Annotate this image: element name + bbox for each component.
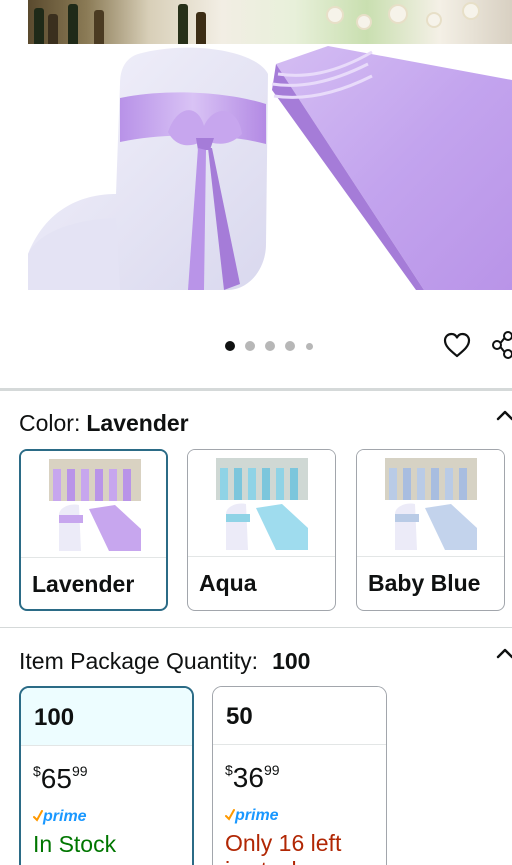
- swatch-separator: [21, 557, 166, 558]
- quantity-option-header: 50: [213, 687, 386, 745]
- color-swatch-lavender[interactable]: Lavender: [19, 449, 168, 611]
- flower-shape: [464, 4, 478, 18]
- price-currency: $: [225, 762, 233, 778]
- image-pagination: [0, 334, 512, 358]
- bottle-shape: [68, 4, 78, 44]
- prime-check-icon: [33, 810, 43, 822]
- swatch-thumbnail: [21, 451, 166, 557]
- bottle-shape: [196, 12, 206, 44]
- chair-sash-and-runner-illustration: [28, 46, 512, 290]
- swatch-thumbnail: [357, 450, 504, 556]
- swatch-thumbnail: [188, 450, 335, 556]
- chevron-up-icon[interactable]: [495, 408, 512, 422]
- color-swatch-baby-blue[interactable]: Baby Blue: [356, 449, 505, 611]
- quantity-option-header: 100: [21, 688, 192, 746]
- swatch-label: Baby Blue: [368, 570, 481, 596]
- quantity-option-price: $3699: [225, 762, 280, 794]
- pagination-dot-active[interactable]: [225, 341, 235, 351]
- price-fraction: 99: [263, 762, 280, 778]
- price-whole: 65: [40, 763, 72, 794]
- bottle-shape: [48, 14, 58, 44]
- flower-shape: [428, 14, 440, 26]
- quantity-option-100[interactable]: 100 $6599 prime In Stock: [19, 686, 194, 865]
- flower-shape: [358, 16, 370, 28]
- section-divider: [0, 627, 512, 628]
- heart-icon[interactable]: [441, 329, 473, 361]
- quantity-option-value: 100: [34, 704, 75, 731]
- stock-status: Only 16 left: [225, 830, 342, 856]
- share-icon[interactable]: [492, 331, 512, 359]
- quantity-option-value: 50: [226, 703, 253, 730]
- swatch-separator: [357, 556, 504, 557]
- swatch-label: Lavender: [32, 571, 135, 597]
- stock-status-continued: in stock: [225, 857, 303, 865]
- swatch-separator: [188, 556, 335, 557]
- flower-shape: [390, 6, 406, 22]
- section-divider: [0, 388, 512, 391]
- pagination-dot[interactable]: [306, 342, 313, 350]
- pagination-dot[interactable]: [265, 341, 275, 351]
- flower-shape: [328, 8, 342, 22]
- prime-label: prime: [43, 808, 87, 825]
- prime-check-icon: [225, 809, 235, 821]
- quantity-selected-value: 100: [272, 648, 311, 674]
- color-label: Color:: [19, 410, 81, 436]
- product-image[interactable]: [0, 0, 512, 300]
- prime-badge: prime: [33, 808, 87, 826]
- product-image-top-strip: [28, 0, 512, 44]
- bottle-shape: [34, 8, 44, 44]
- bottle-shape: [94, 10, 104, 44]
- pagination-dot[interactable]: [245, 341, 255, 351]
- quantity-label: Item Package Quantity:: [19, 648, 259, 674]
- color-selected-value: Lavender: [86, 410, 189, 436]
- swatch-label: Aqua: [199, 570, 257, 596]
- prime-badge: prime: [225, 807, 279, 825]
- chevron-up-icon[interactable]: [495, 646, 512, 660]
- swatch-thumbnail-image: [49, 459, 141, 551]
- color-section-header: Color: Lavender: [19, 410, 189, 437]
- swatch-thumbnail-image: [216, 458, 308, 550]
- quantity-section-header: Item Package Quantity: 100: [19, 648, 310, 675]
- product-image-main: [28, 44, 512, 290]
- bottle-shape: [178, 4, 188, 44]
- price-currency: $: [33, 763, 41, 779]
- price-fraction: 99: [71, 763, 88, 779]
- price-whole: 36: [232, 762, 264, 793]
- color-swatch-aqua[interactable]: Aqua: [187, 449, 336, 611]
- prime-label: prime: [235, 807, 279, 824]
- stock-status: In Stock: [33, 831, 117, 857]
- quantity-option-50[interactable]: 50 $3699 prime Only 16 left in stock: [212, 686, 387, 865]
- pagination-dot[interactable]: [285, 341, 295, 351]
- quantity-option-price: $6599: [33, 763, 88, 795]
- swatch-thumbnail-image: [385, 458, 477, 550]
